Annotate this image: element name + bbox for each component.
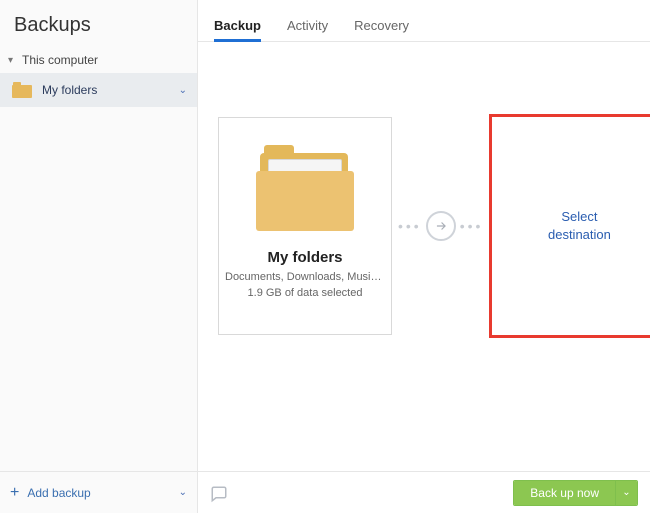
comment-icon[interactable] xyxy=(210,485,228,501)
sidebar-section-this-computer[interactable]: ▾ This computer xyxy=(0,47,197,73)
cards-row: My folders Documents, Downloads, Music, … xyxy=(218,114,650,338)
chevron-down-icon: ⌄ xyxy=(179,487,187,498)
chevron-down-icon: ▾ xyxy=(8,55,18,66)
tab-recovery[interactable]: Recovery xyxy=(354,18,409,41)
folder-icon xyxy=(12,82,32,98)
dots-left-icon: ••• xyxy=(398,218,422,234)
bottom-bar: Back up now ⌄ xyxy=(198,471,650,513)
sidebar-title: Backups xyxy=(0,0,197,47)
tab-label: Recovery xyxy=(354,18,409,33)
arrow-bridge: ••• ••• xyxy=(392,211,489,241)
folder-large-icon xyxy=(256,153,354,231)
main-panel: Backup Activity Recovery My folders xyxy=(198,0,650,513)
tab-label: Activity xyxy=(287,18,328,33)
arrow-right-circle-icon xyxy=(426,211,456,241)
chevron-down-icon: ⌄ xyxy=(179,85,187,96)
dots-right-icon: ••• xyxy=(460,218,484,234)
backup-now-dropdown[interactable]: ⌄ xyxy=(615,481,637,505)
add-backup-label: Add backup xyxy=(27,486,90,500)
tabs: Backup Activity Recovery xyxy=(198,0,650,42)
backup-now-label: Back up now xyxy=(514,481,615,505)
destination-label-line1: Select xyxy=(561,209,597,224)
sidebar-spacer xyxy=(0,107,197,471)
sidebar: Backups ▾ This computer My folders ⌄ + A… xyxy=(0,0,198,513)
tab-backup[interactable]: Backup xyxy=(214,18,261,41)
tab-activity[interactable]: Activity xyxy=(287,18,328,41)
tab-label: Backup xyxy=(214,18,261,33)
backup-now-button[interactable]: Back up now ⌄ xyxy=(513,480,638,506)
sidebar-section-label: This computer xyxy=(22,53,98,67)
sidebar-item-my-folders[interactable]: My folders ⌄ xyxy=(0,73,197,107)
source-card-subtitle: Documents, Downloads, Music, Pi… xyxy=(225,270,385,285)
content-area: My folders Documents, Downloads, Music, … xyxy=(198,42,650,471)
sidebar-item-label: My folders xyxy=(42,83,97,97)
source-card-size: 1.9 GB of data selected xyxy=(248,287,363,299)
source-card[interactable]: My folders Documents, Downloads, Music, … xyxy=(218,117,392,335)
add-backup-button[interactable]: + Add backup ⌄ xyxy=(0,471,197,513)
destination-card-label: Select destination xyxy=(548,208,611,243)
app-root: Backups ▾ This computer My folders ⌄ + A… xyxy=(0,0,650,513)
destination-label-line2: destination xyxy=(548,227,611,242)
source-card-title: My folders xyxy=(267,249,342,266)
plus-icon: + xyxy=(10,484,19,502)
destination-card[interactable]: Select destination xyxy=(489,114,650,338)
chevron-down-icon: ⌄ xyxy=(622,487,630,498)
